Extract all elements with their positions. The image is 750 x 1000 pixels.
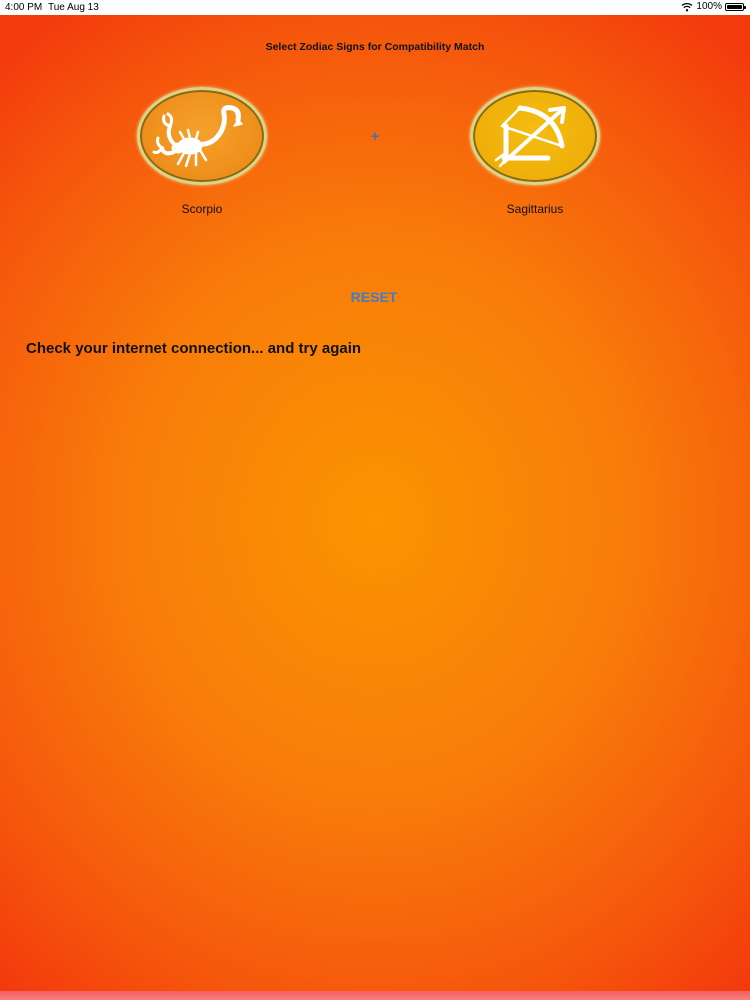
battery-percentage: 100% (696, 1, 722, 12)
home-indicator-bar (0, 991, 750, 1000)
scorpio-button[interactable] (137, 87, 267, 185)
sagittarius-icon (494, 105, 566, 168)
page-title: Select Zodiac Signs for Compatibility Ma… (265, 41, 485, 53)
sign-label-scorpio: Scorpio (181, 202, 223, 216)
sign-label-sagittarius: Sagittarius (506, 202, 564, 216)
sign-slot-sagittarius[interactable]: Sagittarius (465, 87, 605, 216)
error-message: Check your internet connection... and tr… (26, 340, 362, 357)
plus-sign: + (370, 128, 380, 145)
sign-slot-scorpio[interactable]: Scorpio (132, 87, 272, 216)
status-indicators: 100% (681, 1, 746, 12)
wifi-icon (681, 2, 693, 11)
reset-button[interactable]: RESET (340, 289, 408, 305)
sagittarius-button[interactable] (470, 87, 600, 185)
status-bar: 4:00 PM Tue Aug 13 100% (0, 0, 750, 15)
battery-icon (725, 2, 746, 11)
status-date: Tue Aug 13 (48, 2, 99, 13)
status-time: 4:00 PM (5, 2, 43, 13)
scorpio-icon (152, 105, 243, 168)
